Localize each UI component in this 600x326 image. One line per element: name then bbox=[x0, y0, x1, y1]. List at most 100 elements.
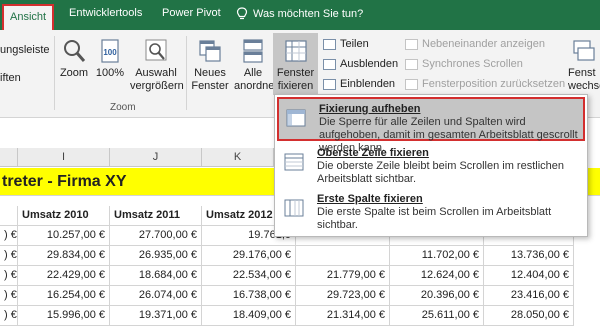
partial-ribbon-label[interactable]: ungsleiste bbox=[0, 44, 50, 56]
freeze-top-row-icon bbox=[284, 153, 304, 171]
table-cell[interactable] bbox=[0, 206, 18, 226]
new-window-icon bbox=[199, 40, 221, 62]
table-cell[interactable]: 19.371,00 € bbox=[110, 306, 202, 326]
unhide-button[interactable]: Einblenden bbox=[323, 78, 395, 90]
table-cell[interactable]: ) € bbox=[0, 306, 18, 326]
split-button[interactable]: Teilen bbox=[323, 38, 369, 50]
side-by-side-label: Nebeneinander anzeigen bbox=[422, 38, 545, 50]
group-separator bbox=[54, 36, 55, 110]
zoom-to-selection-button[interactable]: Auswahl vergrößern bbox=[130, 38, 184, 93]
column-header-j[interactable]: J bbox=[110, 148, 202, 167]
freeze-panes-icon bbox=[284, 40, 307, 62]
table-cell[interactable]: 29.176,00 € bbox=[202, 246, 296, 266]
table-cell[interactable]: 22.429,00 € bbox=[18, 266, 110, 286]
table-cell[interactable]: 16.254,00 € bbox=[18, 286, 110, 306]
sync-scroll-label: Synchrones Scrollen bbox=[422, 58, 523, 70]
partial-ribbon-label[interactable]: iften bbox=[0, 72, 21, 84]
freeze-panes-button[interactable]: Fenster fixieren ▼ bbox=[273, 33, 318, 104]
tab-entwicklertools[interactable]: Entwicklertools bbox=[69, 7, 142, 19]
freeze-panes-label-2: fixieren bbox=[277, 80, 314, 92]
table-cell[interactable]: 15.996,00 € bbox=[18, 306, 110, 326]
table-cell[interactable]: 29.723,00 € bbox=[296, 286, 390, 306]
corner-header bbox=[0, 148, 18, 167]
hide-button[interactable]: Ausblenden bbox=[323, 58, 398, 70]
zoom-selection-label-1: Auswahl bbox=[135, 67, 177, 79]
hide-label: Ausblenden bbox=[340, 58, 399, 70]
tab-ansicht[interactable]: Ansicht bbox=[2, 4, 55, 30]
arrange-all-label-1: Alle bbox=[243, 67, 263, 79]
synchronous-scrolling-button[interactable]: Synchrones Scrollen bbox=[405, 58, 523, 70]
table-cell[interactable]: 25.611,00 € bbox=[390, 306, 484, 326]
switch-windows-button[interactable]: Fenst wechse bbox=[568, 38, 600, 93]
freeze-first-column-icon bbox=[284, 199, 304, 217]
reset-position-label: Fensterposition zurücksetzen bbox=[422, 78, 566, 90]
table-cell[interactable]: 12.624,00 € bbox=[390, 266, 484, 286]
table-cell[interactable] bbox=[296, 246, 390, 266]
tab-power-pivot[interactable]: Power Pivot bbox=[162, 7, 221, 19]
zoom-100-label: 100% bbox=[95, 67, 125, 79]
table-cell[interactable]: 21.779,00 € bbox=[296, 266, 390, 286]
unhide-label: Einblenden bbox=[340, 78, 396, 90]
table-cell[interactable]: ) € bbox=[0, 286, 18, 306]
table-cell[interactable]: 26.935,00 € bbox=[110, 246, 202, 266]
side-by-side-icon bbox=[405, 38, 418, 50]
table-cell[interactable]: 16.738,00 € bbox=[202, 286, 296, 306]
table-cell[interactable]: 22.534,00 € bbox=[202, 266, 296, 286]
header-cell-2012[interactable]: Umsatz 2012 bbox=[202, 206, 278, 226]
tell-me-label: Was möchten Sie tun? bbox=[253, 8, 364, 20]
arrange-all-button[interactable]: Alle anordnen bbox=[234, 38, 281, 93]
menu-item-title: Erste Spalte fixieren bbox=[317, 193, 423, 205]
table-cell[interactable]: 10.257,00 € bbox=[18, 226, 110, 246]
table-cell[interactable]: 11.702,00 € bbox=[390, 246, 484, 266]
sheet-title[interactable]: treter - Firma XY bbox=[2, 173, 126, 191]
freeze-panes-menu: Fixierung aufheben Die Sperre für alle Z… bbox=[274, 94, 588, 237]
svg-text:100: 100 bbox=[103, 48, 117, 57]
table-cell[interactable]: 28.050,00 € bbox=[484, 306, 574, 326]
magnifier-icon bbox=[64, 40, 86, 62]
table-cell[interactable]: 21.314,00 € bbox=[296, 306, 390, 326]
table-cell[interactable]: 13.736,00 € bbox=[484, 246, 574, 266]
column-header-i[interactable]: I bbox=[18, 148, 110, 167]
reset-window-position-button[interactable]: Fensterposition zurücksetzen bbox=[405, 78, 565, 90]
zoom-group-label: Zoom bbox=[110, 102, 136, 113]
menu-item-title: Oberste Zeile fixieren bbox=[317, 147, 429, 159]
table-cell[interactable]: 26.074,00 € bbox=[110, 286, 202, 306]
table-cell[interactable]: ) € bbox=[0, 266, 18, 286]
zoom-selection-label-2: vergrößern bbox=[130, 80, 184, 92]
menu-item-title: Fixierung aufheben bbox=[319, 103, 421, 115]
menu-item-freeze-first-column[interactable]: Erste Spalte fixieren Die erste Spalte i… bbox=[277, 189, 585, 233]
new-window-button[interactable]: Neues Fenster bbox=[190, 38, 230, 93]
table-cell[interactable]: 27.700,00 € bbox=[110, 226, 202, 246]
tell-me-search[interactable]: Was möchten Sie tun? bbox=[236, 7, 363, 21]
table-cell[interactable]: 18.409,00 € bbox=[202, 306, 296, 326]
table-cell[interactable]: 23.416,00 € bbox=[484, 286, 574, 306]
table-cell[interactable]: 29.834,00 € bbox=[18, 246, 110, 266]
side-by-side-button[interactable]: Nebeneinander anzeigen bbox=[405, 38, 545, 50]
lightbulb-icon bbox=[236, 7, 248, 20]
table-cell[interactable]: ) € bbox=[0, 226, 18, 246]
zoom-button[interactable]: Zoom bbox=[58, 38, 90, 80]
menu-item-unfreeze-panes[interactable]: Fixierung aufheben Die Sperre für alle Z… bbox=[277, 97, 585, 154]
new-window-label-2: Fenster bbox=[191, 80, 229, 92]
table-cell[interactable]: 18.684,00 € bbox=[110, 266, 202, 286]
hide-window-icon bbox=[323, 58, 336, 70]
table-cell[interactable]: 12.404,00 € bbox=[484, 266, 574, 286]
header-cell-2010[interactable]: Umsatz 2010 bbox=[18, 206, 110, 226]
menu-item-freeze-top-row[interactable]: Oberste Zeile fixieren Die oberste Zeile… bbox=[277, 143, 585, 187]
unhide-window-icon bbox=[323, 78, 336, 90]
zoom-100-button[interactable]: 100 100% bbox=[94, 38, 126, 80]
split-label: Teilen bbox=[340, 38, 369, 50]
reset-position-icon bbox=[405, 78, 418, 90]
table-cell[interactable]: ) € bbox=[0, 246, 18, 266]
unfreeze-panes-icon bbox=[286, 109, 306, 127]
column-header-k[interactable]: K bbox=[202, 148, 274, 167]
zoom-selection-icon bbox=[145, 39, 167, 61]
table-cell[interactable]: 20.396,00 € bbox=[390, 286, 484, 306]
menu-item-description: Die erste Spalte ist beim Scrollen im Ar… bbox=[317, 206, 552, 231]
switch-windows-label-1: Fenst bbox=[568, 67, 596, 79]
header-cell-2011[interactable]: Umsatz 2011 bbox=[110, 206, 202, 226]
hundred-percent-icon: 100 bbox=[101, 39, 119, 63]
ribbon-tab-bar: Ansicht Entwicklertools Power Pivot Was … bbox=[0, 0, 600, 30]
new-window-label-1: Neues bbox=[194, 67, 226, 79]
switch-windows-label-2: wechse bbox=[568, 80, 600, 92]
